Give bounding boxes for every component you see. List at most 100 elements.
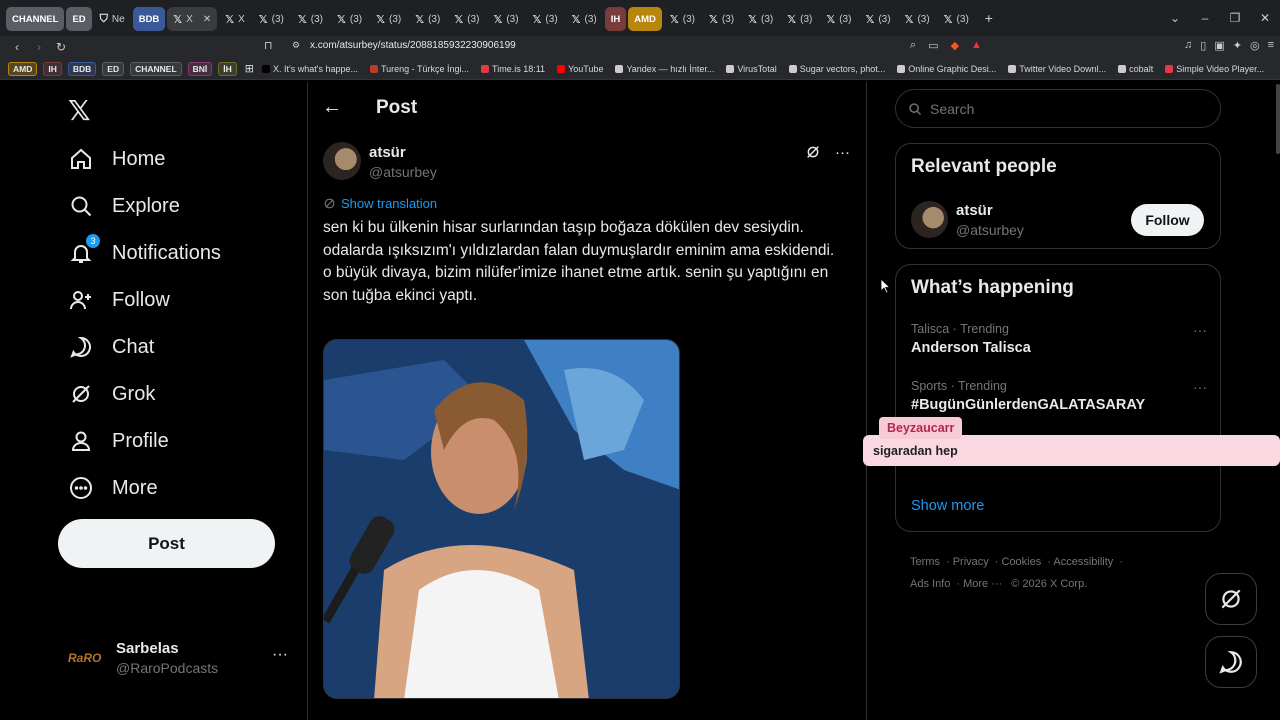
close-tab-icon[interactable]: ✕ — [203, 14, 211, 25]
zoom-icon[interactable]: ⌕ — [910, 39, 916, 52]
bookmark-item[interactable]: Online Graphic Desi... — [897, 64, 996, 74]
tab-group-label[interactable]: AMD — [628, 7, 662, 31]
footer-link[interactable]: Terms — [910, 556, 940, 568]
apps-grid-icon[interactable]: ⊞ — [245, 62, 254, 75]
footer-link[interactable]: More ··· — [963, 578, 1002, 590]
bookmark-group[interactable]: AMD — [8, 61, 38, 76]
nav-chat[interactable]: Chat — [68, 334, 154, 360]
minimize-button[interactable]: – — [1190, 11, 1220, 25]
leo-icon[interactable]: ✦ — [1233, 39, 1242, 52]
tab-group-label[interactable]: CHANNEL — [6, 7, 65, 31]
vpn-icon[interactable]: ◎ — [1250, 39, 1260, 52]
bookmark-item[interactable]: YouTube — [557, 64, 603, 74]
browser-tab[interactable]: 𝕏 X ✕ — [167, 7, 218, 31]
bookmark-item[interactable]: Yandex — hızlı İnter... — [615, 64, 714, 74]
bookmark-group[interactable]: İH — [218, 61, 237, 76]
grok-explain-icon[interactable] — [805, 144, 821, 164]
browser-tab[interactable]: 𝕏 (3) — [859, 7, 896, 31]
reload-icon[interactable]: ↻ — [50, 40, 72, 54]
browser-tab[interactable]: 𝕏 (3) — [370, 7, 407, 31]
tab-group-label[interactable]: IH — [604, 7, 627, 31]
footer-link[interactable]: Cookies — [1001, 556, 1041, 568]
nav-notifications[interactable]: 3 Notifications — [68, 234, 221, 266]
follow-button[interactable]: Follow — [1131, 204, 1204, 236]
browser-tab[interactable]: 𝕏 (3) — [292, 7, 329, 31]
trend-more-icon[interactable]: ··· — [1193, 379, 1207, 395]
bookmark-group[interactable]: BDB — [67, 61, 97, 76]
bookmark-group[interactable]: CHANNEL — [130, 61, 182, 76]
wallet-icon[interactable]: ▣ — [1214, 39, 1224, 52]
post-video[interactable] — [323, 339, 680, 699]
browser-tab[interactable]: 𝕏 (3) — [938, 7, 975, 31]
browser-tab[interactable]: 𝕏 (3) — [409, 7, 446, 31]
messages-floating-button[interactable] — [1205, 636, 1257, 688]
nav-grok[interactable]: Grok — [68, 381, 155, 407]
trend-item[interactable]: Sports · Trending #BugünGünlerdenGALATAS… — [911, 379, 1207, 413]
bookmark-item[interactable]: X. It's what's happe... — [262, 64, 358, 74]
bookmark-item[interactable]: Simple Video Player... — [1165, 64, 1264, 74]
browser-tab[interactable]: 𝕏 (3) — [566, 7, 603, 31]
url-field[interactable]: x.com/atsurbey/status/208818593223090619… — [310, 40, 516, 51]
author-handle[interactable]: @atsurbey — [369, 164, 437, 180]
browser-tab[interactable]: 𝕏 (3) — [781, 7, 818, 31]
show-translation-link[interactable]: Show translation — [323, 196, 437, 211]
nav-follow[interactable]: Follow — [68, 287, 170, 313]
nav-home[interactable]: Home — [68, 146, 165, 172]
relevant-person-name[interactable]: atsür — [956, 202, 993, 219]
post-author[interactable]: atsür @atsurbey — [323, 142, 437, 180]
browser-tab[interactable]: 𝕏 (3) — [899, 7, 936, 31]
nav-profile[interactable]: Profile — [68, 428, 169, 454]
browser-tab[interactable]: 𝕏 (3) — [527, 7, 564, 31]
cast-icon[interactable]: ▭ — [928, 39, 938, 52]
x-logo-icon[interactable]: 𝕏 — [68, 94, 91, 127]
bookmark-group[interactable]: BNİ — [187, 61, 213, 76]
media-icon[interactable]: ♫ — [1184, 39, 1192, 52]
footer-link[interactable]: Ads Info — [910, 578, 950, 590]
close-window-button[interactable]: ✕ — [1250, 11, 1280, 25]
relevant-person-avatar[interactable] — [911, 201, 948, 238]
back-icon[interactable]: ‹ — [6, 40, 28, 54]
tab-list-icon[interactable]: ⌄ — [1160, 11, 1190, 25]
relevant-person-handle[interactable]: @atsurbey — [956, 222, 1024, 238]
bookmark-group[interactable]: ED — [102, 61, 125, 76]
browser-tab[interactable]: 𝕏 (3) — [487, 7, 524, 31]
bookmark-item[interactable]: Time.is 18:11 — [481, 64, 545, 74]
bookmark-group[interactable]: IH — [43, 61, 62, 76]
browser-tab[interactable]: 𝕏 (3) — [331, 7, 368, 31]
browser-tab[interactable]: 𝕏X — [219, 7, 251, 31]
menu-icon[interactable]: ≡ — [1268, 39, 1274, 52]
brave-shield-icon[interactable]: ◆ — [951, 39, 959, 52]
bookmark-item[interactable]: Twitter Video Downl... — [1008, 64, 1106, 74]
author-avatar[interactable] — [323, 142, 361, 180]
forward-icon[interactable]: › — [28, 40, 50, 54]
browser-tab[interactable]: 𝕏 (3) — [820, 7, 857, 31]
footer-link[interactable]: Accessibility — [1053, 556, 1113, 568]
bookmark-item[interactable]: cobalt — [1118, 64, 1153, 74]
back-arrow-icon[interactable]: ← — [322, 96, 342, 119]
bookmark-item[interactable]: Sugar vectors, phot... — [788, 64, 885, 74]
sidebar-icon[interactable]: ▯ — [1200, 39, 1206, 52]
tab-group-label[interactable]: ED — [66, 7, 92, 31]
author-name[interactable]: atsür — [369, 144, 437, 161]
footer-link[interactable]: Privacy — [953, 556, 989, 568]
bookmark-star-icon[interactable]: ⊓ — [264, 39, 273, 52]
post-button[interactable]: Post — [58, 519, 275, 568]
account-more-icon[interactable]: ··· — [272, 646, 288, 664]
browser-tab[interactable]: 𝕏 (3) — [448, 7, 485, 31]
trend-more-icon[interactable]: ··· — [1193, 322, 1207, 338]
page-scrollbar[interactable] — [1276, 84, 1280, 154]
bookmark-item[interactable]: Tureng - Türkçe İngi... — [370, 64, 469, 74]
grok-floating-button[interactable] — [1205, 573, 1257, 625]
restore-button[interactable]: ❐ — [1220, 11, 1250, 25]
trend-item[interactable]: Talisca · Trending Anderson Talisca ··· — [911, 322, 1207, 356]
browser-tab[interactable]: ⛉ Ne — [94, 7, 131, 31]
account-switcher[interactable]: RaRO Sarbelas @RaroPodcasts ··· — [68, 636, 298, 680]
new-tab-button[interactable]: + — [985, 10, 993, 26]
site-info-icon[interactable]: ⚙ — [292, 40, 300, 51]
brave-rewards-icon[interactable]: ▲ — [971, 39, 982, 52]
browser-tab[interactable]: 𝕏 (3) — [703, 7, 740, 31]
browser-tab[interactable]: 𝕏 (3) — [742, 7, 779, 31]
search-box[interactable]: Search — [895, 89, 1221, 128]
bookmark-item[interactable]: VirusTotal — [726, 64, 777, 74]
browser-tab[interactable]: 𝕏 (3) — [253, 7, 290, 31]
